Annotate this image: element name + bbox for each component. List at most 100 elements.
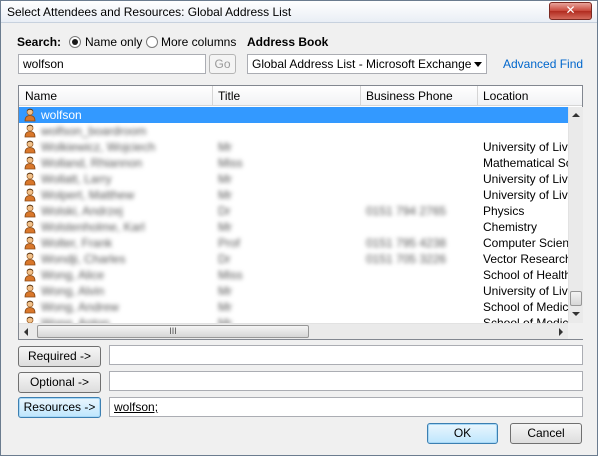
cell-title: Dr — [218, 252, 231, 266]
horizontal-scrollbar[interactable]: III — [19, 323, 568, 339]
person-icon — [24, 252, 36, 266]
person-icon — [24, 108, 36, 122]
table-row[interactable]: Wondji, Charles Dr 0151 705 3226 Vector Res… — [19, 251, 568, 267]
scroll-corner — [568, 323, 583, 339]
scroll-down-icon[interactable] — [572, 312, 580, 316]
table-row[interactable]: Wong, Alice Miss School of Health S — [19, 267, 568, 283]
person-icon — [24, 188, 36, 202]
address-list-grid[interactable]: Name Title Business Phone Location wolfs… — [18, 85, 583, 340]
cell-location: University of Liver — [483, 284, 568, 298]
table-row[interactable]: Wong, Andrew Mr School of Medicine — [19, 299, 568, 315]
search-label: Search: — [17, 35, 62, 49]
cell-name: Wong, Alice — [41, 268, 105, 282]
scroll-up-icon[interactable] — [572, 113, 580, 117]
cell-location: Physics — [483, 204, 525, 218]
cell-phone: 0151 795 4238 — [366, 236, 447, 250]
resources-field[interactable]: wolfson; — [109, 397, 583, 417]
chevron-down-icon[interactable] — [474, 62, 482, 67]
vertical-scroll-thumb[interactable] — [570, 291, 582, 306]
required-button[interactable]: Required -> — [18, 346, 101, 367]
column-header-location[interactable]: Location — [483, 89, 528, 103]
scroll-right-icon[interactable] — [559, 328, 563, 336]
advanced-find-link[interactable]: Advanced Find — [503, 57, 583, 71]
horizontal-scroll-thumb[interactable]: III — [37, 325, 309, 338]
table-row[interactable]: Wolski, Andrzej Dr 0151 794 2765 Physics — [19, 203, 568, 219]
table-row[interactable]: Wolkiewicz, Wojciech Mr University of Live… — [19, 139, 568, 155]
go-button[interactable]: Go — [209, 54, 236, 74]
cell-title: Mr — [218, 188, 232, 202]
scroll-left-icon[interactable] — [24, 328, 28, 336]
optional-button[interactable]: Optional -> — [18, 372, 101, 393]
cell-location: Vector Research — [483, 252, 568, 266]
column-header-title[interactable]: Title — [218, 89, 240, 103]
table-row[interactable]: wolfson — [19, 107, 568, 123]
cell-location: Computer Science — [483, 236, 568, 250]
close-button[interactable]: ✕ — [549, 2, 592, 20]
table-row[interactable]: Wollatt, Larry Mr University of Liver — [19, 171, 568, 187]
more-columns-radio[interactable] — [146, 36, 158, 48]
cancel-button[interactable]: Cancel — [510, 423, 582, 444]
cell-location: Mathematical Scien — [483, 156, 568, 170]
table-row[interactable]: Wolter, Frank Prof 0151 795 4238 Computer S… — [19, 235, 568, 251]
vertical-scrollbar[interactable] — [568, 107, 583, 323]
cell-phone: 0151 794 2765 — [366, 204, 447, 218]
name-only-label[interactable]: Name only — [85, 35, 142, 49]
cell-title: Mr — [218, 300, 232, 314]
column-header-name[interactable]: Name — [25, 89, 57, 103]
cell-title: Mr — [218, 316, 232, 323]
window-title: Select Attendees and Resources: Global A… — [7, 5, 292, 19]
cell-name: Wong, Alvin — [41, 284, 105, 298]
cell-location: Chemistry — [483, 220, 538, 234]
person-icon — [24, 156, 36, 170]
cell-phone: 0151 705 3226 — [366, 252, 447, 266]
cell-name: Wolski, Andrzej — [41, 204, 123, 218]
address-book-selected: Global Address List - Microsoft Exchange — [252, 57, 472, 71]
cell-title: Miss — [218, 156, 243, 170]
person-icon — [26, 316, 34, 323]
cell-title: Dr — [218, 204, 231, 218]
cell-location: University of Liver — [483, 172, 568, 186]
resources-value[interactable]: wolfson; — [114, 400, 158, 414]
table-row[interactable]: Wong, Alvin Mr University of Liver — [19, 283, 568, 299]
cell-location: School of Medicine — [483, 300, 568, 314]
dialog-window: Select Attendees and Resources: Global A… — [0, 0, 598, 456]
more-columns-label[interactable]: More columns — [161, 35, 236, 49]
cell-title: Mr — [218, 284, 232, 298]
cell-name: Wong, Anton — [41, 316, 110, 323]
scroll-grip: III — [169, 326, 177, 336]
person-icon — [24, 268, 36, 282]
optional-field[interactable] — [109, 371, 583, 391]
grid-header: Name Title Business Phone Location — [19, 86, 582, 106]
cell-location: University of Liver — [483, 140, 568, 154]
name-only-radio[interactable] — [69, 36, 81, 48]
cell-name: Wolstenholme, Karl — [41, 220, 145, 234]
person-icon — [24, 204, 36, 218]
cell-name: Wolkiewicz, Wojciech — [41, 140, 156, 154]
cell-name: wolfson_boardroom — [41, 124, 147, 138]
table-row[interactable]: wolfson_boardroom — [19, 123, 568, 139]
cell-title: Miss — [218, 268, 243, 282]
cell-name: Wolter, Frank — [41, 236, 113, 250]
person-icon — [24, 284, 36, 298]
cell-title: Prof — [218, 236, 241, 250]
resources-button[interactable]: Resources -> — [18, 397, 101, 418]
table-row[interactable]: Wolland, Rhiannon Miss Mathematical Scien — [19, 155, 568, 171]
table-row[interactable]: Wolpert, Matthew Mr University of Liver — [19, 187, 568, 203]
table-row[interactable]: Wong, Anton Mr School of Medicine — [19, 315, 568, 323]
cell-name: Wolland, Rhiannon — [41, 156, 143, 170]
cell-name: Wong, Andrew — [41, 300, 119, 314]
cell-title: Mr — [218, 220, 232, 234]
person-icon — [24, 236, 36, 250]
address-book-dropdown[interactable]: Global Address List - Microsoft Exchange — [247, 54, 487, 74]
column-header-business-phone[interactable]: Business Phone — [366, 89, 453, 103]
person-icon — [24, 220, 36, 234]
cell-name: Wolpert, Matthew — [41, 188, 135, 202]
search-input[interactable]: wolfson — [18, 54, 206, 74]
table-row[interactable]: Wolstenholme, Karl Mr Chemistry — [19, 219, 568, 235]
cell-name: Wondji, Charles — [41, 252, 126, 266]
cell-title: Mr — [218, 172, 232, 186]
required-field[interactable] — [109, 345, 583, 365]
person-icon — [24, 124, 36, 138]
person-icon — [24, 172, 36, 186]
ok-button[interactable]: OK — [427, 423, 498, 444]
